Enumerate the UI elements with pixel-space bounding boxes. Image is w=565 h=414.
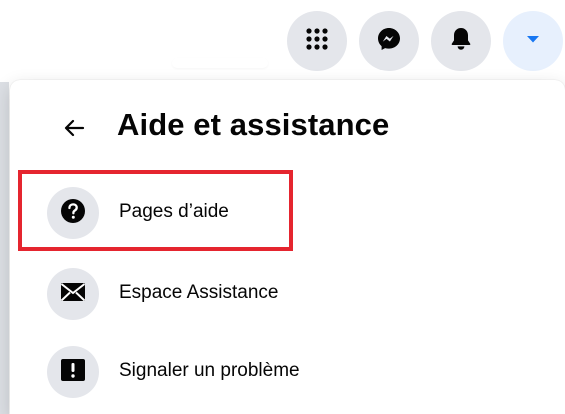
messenger-icon <box>376 26 402 57</box>
left-background-strip <box>0 82 9 414</box>
notifications-bell-icon <box>449 26 473 57</box>
account-menu-button[interactable] <box>503 11 563 71</box>
back-arrow-icon <box>63 118 85 143</box>
menu-item-label: Signaler un problème <box>119 360 300 381</box>
envelope-icon <box>60 282 86 307</box>
report-icon-circle <box>47 346 99 398</box>
back-button[interactable] <box>54 110 94 150</box>
highlight-annotation <box>18 170 293 251</box>
menu-item-report-problem[interactable]: Signaler un problème <box>20 340 545 402</box>
menu-grid-icon <box>305 27 329 56</box>
menu-item-support-inbox[interactable]: Espace Assistance <box>20 262 545 324</box>
envelope-icon-circle <box>47 268 99 320</box>
messenger-button[interactable] <box>359 11 419 71</box>
account-caret-icon <box>525 32 541 50</box>
notifications-button[interactable] <box>431 11 491 71</box>
menu-item-label: Espace Assistance <box>119 282 279 303</box>
menu-button[interactable] <box>287 11 347 71</box>
panel-title: Aide et assistance <box>117 107 390 142</box>
report-exclamation-icon <box>60 358 86 387</box>
top-bar-pill <box>172 58 268 68</box>
